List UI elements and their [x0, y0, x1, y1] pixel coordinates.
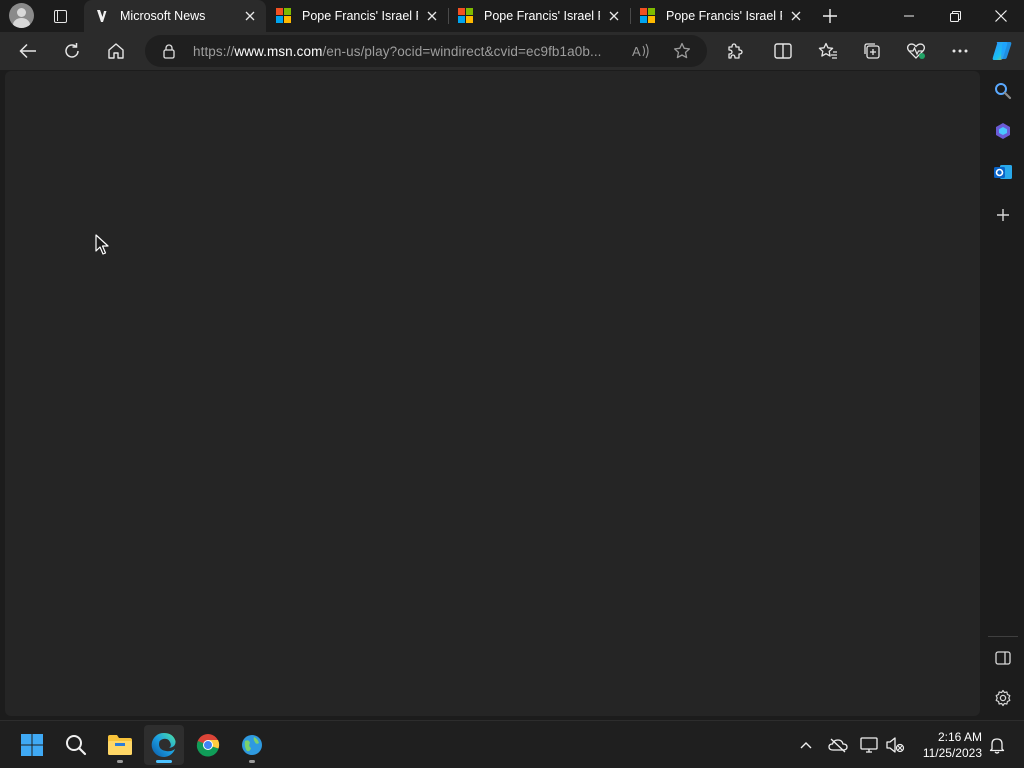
tab-close-icon[interactable]	[788, 8, 804, 24]
onedrive-offline-icon[interactable]	[826, 733, 850, 757]
chrome-icon[interactable]	[188, 725, 228, 765]
tab-actions-menu-icon[interactable]	[48, 4, 72, 28]
tab-pope-francis-3[interactable]: Pope Francis' Israel Re	[630, 0, 812, 32]
more-options-ellipsis-icon[interactable]	[946, 37, 974, 65]
microsoft-logo-icon	[458, 8, 474, 24]
tab-close-icon[interactable]	[242, 8, 258, 24]
tab-title: Pope Francis' Israel Re	[484, 9, 600, 23]
notification-bell-icon[interactable]	[985, 733, 1009, 757]
collections-icon[interactable]	[858, 37, 886, 65]
volume-muted-icon[interactable]	[883, 733, 907, 757]
back-arrow-icon[interactable]	[14, 37, 42, 65]
tab-title: Pope Francis' Israel Re	[302, 9, 418, 23]
sidebar-search-icon[interactable]	[990, 78, 1016, 104]
mouse-pointer-icon	[95, 234, 111, 256]
tab-title: Pope Francis' Israel Re	[666, 9, 782, 23]
edge-icon[interactable]	[144, 725, 184, 765]
web-content-area[interactable]	[5, 71, 980, 716]
svg-text:A: A	[632, 44, 641, 59]
tab-microsoft-news[interactable]: Microsoft News	[84, 0, 266, 32]
microsoft-logo-icon	[640, 8, 656, 24]
sidebar-copilot-icon[interactable]	[990, 118, 1016, 144]
minimize-window-icon[interactable]	[886, 0, 932, 32]
edge-sidebar	[982, 70, 1024, 720]
favorite-star-icon[interactable]	[672, 41, 692, 61]
home-icon[interactable]	[102, 37, 130, 65]
tab-pope-francis-1[interactable]: Pope Francis' Israel Re	[266, 0, 448, 32]
show-hidden-icons-chevron-up-icon[interactable]	[794, 733, 818, 757]
hide-sidebar-icon[interactable]	[990, 645, 1016, 671]
refresh-icon[interactable]	[58, 37, 86, 65]
sidebar-settings-gear-icon[interactable]	[990, 685, 1016, 711]
read-aloud-icon[interactable]: A	[631, 41, 651, 61]
title-bar: Microsoft News Pope Francis' Israel Re P…	[0, 0, 1024, 32]
windows-taskbar: 2:16 AM 11/25/2023	[0, 720, 1024, 768]
sidebar-add-app-plus-icon[interactable]	[990, 202, 1016, 228]
copilot-icon[interactable]	[988, 37, 1016, 65]
tab-close-icon[interactable]	[606, 8, 622, 24]
tab-title: Microsoft News	[120, 9, 206, 23]
tab-pope-francis-2[interactable]: Pope Francis' Israel Re	[448, 0, 630, 32]
extensions-puzzle-icon[interactable]	[721, 37, 749, 65]
url-text[interactable]: https://www.msn.com/en-us/play?ocid=wind…	[193, 44, 618, 59]
lock-icon[interactable]	[161, 43, 177, 59]
clock-time: 2:16 AM	[937, 730, 982, 744]
file-explorer-icon[interactable]	[100, 725, 140, 765]
browser-toolbar: https://www.msn.com/en-us/play?ocid=wind…	[0, 32, 1024, 70]
tab-close-icon[interactable]	[424, 8, 440, 24]
sidebar-divider	[988, 636, 1018, 637]
start-icon[interactable]	[12, 725, 52, 765]
sidebar-outlook-icon[interactable]	[990, 159, 1016, 185]
microsoft-logo-icon	[276, 8, 292, 24]
split-screen-icon[interactable]	[769, 37, 797, 65]
address-bar[interactable]: https://www.msn.com/en-us/play?ocid=wind…	[145, 35, 707, 67]
profile-avatar-icon[interactable]	[9, 3, 34, 28]
taskbar-clock[interactable]: 2:16 AM 11/25/2023	[912, 729, 982, 761]
clock-date: 11/25/2023	[922, 746, 982, 760]
network-icon[interactable]	[858, 733, 882, 757]
search-icon[interactable]	[56, 725, 96, 765]
globe-app-icon[interactable]	[232, 725, 272, 765]
favorites-icon[interactable]	[814, 37, 842, 65]
msn-news-icon	[94, 8, 110, 24]
new-tab-plus-icon[interactable]	[819, 5, 841, 27]
browser-essentials-heart-icon[interactable]	[902, 37, 930, 65]
restore-window-icon[interactable]	[932, 0, 978, 32]
close-window-icon[interactable]	[978, 0, 1024, 32]
